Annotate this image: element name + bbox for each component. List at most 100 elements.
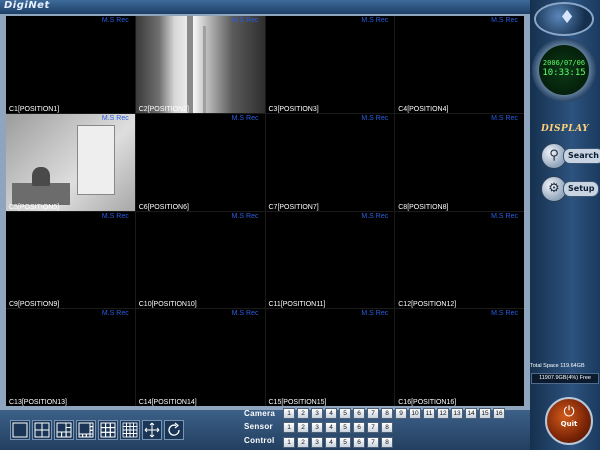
camera-tile-15[interactable]: M.S Rec C15[POSITION15] — [265, 309, 395, 406]
single-view-button[interactable] — [10, 420, 30, 440]
camera-feed-window-view — [135, 16, 265, 113]
control-button-8[interactable]: 8 — [381, 437, 393, 448]
recording-status: M.S Rec — [231, 17, 259, 24]
control-button-5[interactable]: 5 — [339, 437, 351, 448]
camera-button-2[interactable]: 2 — [297, 408, 309, 419]
recording-status: M.S Rec — [361, 17, 389, 24]
control-button-6[interactable]: 6 — [353, 437, 365, 448]
camera-tile-8[interactable]: M.S Rec C8[POSITION8] — [395, 113, 524, 211]
quit-button[interactable]: ⏻ Quit — [545, 397, 593, 445]
camera-tile-7[interactable]: M.S Rec C7[POSITION7] — [265, 113, 395, 211]
display-label: DISPLAY — [541, 124, 590, 134]
sensor-button-4[interactable]: 4 — [325, 422, 337, 433]
sensor-button-7[interactable]: 7 — [367, 422, 379, 433]
camera-tile-10[interactable]: M.S Rec C10[POSITION10] — [135, 211, 265, 309]
ptz-move-button[interactable] — [142, 420, 162, 440]
camera-button-12[interactable]: 12 — [437, 408, 449, 419]
camera-button-1[interactable]: 1 — [283, 408, 295, 419]
setup-button-label[interactable]: Setup — [563, 181, 600, 197]
control-button-7[interactable]: 7 — [367, 437, 379, 448]
camera-label: C9[POSITION9] — [9, 301, 60, 309]
quad-view-button[interactable] — [32, 420, 52, 440]
camera-button-16[interactable]: 16 — [493, 408, 505, 419]
camera-button-8[interactable]: 8 — [381, 408, 393, 419]
camera-feed-room-view — [6, 113, 135, 211]
clock-date: 2006/07/06 — [542, 59, 586, 67]
logo-button[interactable]: ♦ — [534, 2, 594, 36]
sensor-button-1[interactable]: 1 — [283, 422, 295, 433]
rotate-icon — [168, 422, 180, 436]
nine-view-button[interactable] — [98, 420, 118, 440]
camera-tile-1[interactable]: M.S Rec C1[POSITION1] — [6, 16, 135, 113]
camera-tile-3[interactable]: M.S Rec C3[POSITION3] — [265, 16, 395, 113]
sensor-button-8[interactable]: 8 — [381, 422, 393, 433]
screen-split-buttons — [10, 420, 184, 440]
recording-status: M.S Rec — [491, 212, 518, 220]
camera-label: C1[POSITION1] — [9, 105, 60, 113]
recording-status: M.S Rec — [491, 114, 518, 122]
camera-label: C4[POSITION4] — [398, 105, 449, 113]
camera-tile-12[interactable]: M.S Rec C12[POSITION12] — [395, 211, 524, 309]
camera-button-13[interactable]: 13 — [451, 408, 463, 419]
rotate-button[interactable] — [164, 420, 184, 440]
camera-button-15[interactable]: 15 — [479, 408, 491, 419]
recording-status: M.S Rec — [101, 114, 129, 122]
camera-tile-6[interactable]: M.S Rec C6[POSITION6] — [135, 113, 265, 211]
power-icon: ⏻ — [563, 404, 575, 420]
camera-tile-16[interactable]: M.S Rec C16[POSITION16] — [395, 309, 524, 406]
control-button-3[interactable]: 3 — [311, 437, 323, 448]
camera-label: C13[POSITION13] — [9, 399, 67, 406]
camera-label: C16[POSITION16] — [398, 399, 457, 406]
setup-icon: ⚙ — [548, 181, 560, 196]
free-space-value: 11907.9GB(4%) Free — [531, 373, 599, 384]
sensor-button-2[interactable]: 2 — [297, 422, 309, 433]
camera-button-5[interactable]: 5 — [339, 408, 351, 419]
eight-view-button[interactable] — [76, 420, 96, 440]
camera-tile-11[interactable]: M.S Rec C11[POSITION11] — [265, 211, 395, 309]
title-bar: DigiNet — [0, 0, 600, 14]
recording-status: M.S Rec — [101, 212, 129, 220]
camera-label: C5[POSITION5] — [9, 203, 60, 211]
sensor-button-3[interactable]: 3 — [311, 422, 323, 433]
six-view-button[interactable] — [54, 420, 74, 440]
recording-status: M.S Rec — [361, 310, 389, 318]
quad-view-icon — [34, 422, 50, 438]
camera-button-10[interactable]: 10 — [409, 408, 421, 419]
camera-tile-5[interactable]: M.S Rec C5[POSITION5] — [6, 113, 135, 211]
quit-label: Quit — [560, 420, 578, 428]
control-buttons: 12345678 — [283, 437, 393, 448]
camera-button-3[interactable]: 3 — [311, 408, 323, 419]
sensor-button-5[interactable]: 5 — [339, 422, 351, 433]
control-strip-label: Control — [244, 436, 275, 445]
camera-label: C8[POSITION8] — [398, 203, 449, 211]
camera-button-6[interactable]: 6 — [353, 408, 365, 419]
camera-button-7[interactable]: 7 — [367, 408, 379, 419]
camera-button-4[interactable]: 4 — [325, 408, 337, 419]
camera-button-14[interactable]: 14 — [465, 408, 477, 419]
camera-tile-13[interactable]: M.S Rec C13[POSITION13] — [6, 309, 135, 406]
camera-button-9[interactable]: 9 — [395, 408, 407, 419]
camera-grid: M.S Rec C1[POSITION1] M.S Rec C2[POSITION2]… — [6, 16, 524, 406]
camera-label: C10[POSITION10] — [138, 301, 197, 309]
recording-status: M.S Rec — [231, 310, 259, 318]
sensor-button-6[interactable]: 6 — [353, 422, 365, 433]
camera-label: C2[POSITION2] — [138, 105, 189, 113]
camera-tile-14[interactable]: M.S Rec C14[POSITION14] — [135, 309, 265, 406]
camera-tile-9[interactable]: M.S Rec C9[POSITION9] — [6, 211, 135, 309]
nine-view-icon — [100, 422, 116, 438]
sixteen-view-button[interactable] — [120, 420, 140, 440]
single-view-icon — [12, 422, 28, 438]
recording-status: M.S Rec — [231, 212, 259, 220]
clock-display: 2006/07/06 10:33:15 — [539, 45, 589, 95]
recording-status: M.S Rec — [491, 310, 518, 318]
camera-tile-4[interactable]: M.S Rec C4[POSITION4] — [395, 16, 524, 113]
control-button-4[interactable]: 4 — [325, 437, 337, 448]
camera-buttons: 1 2 3 4 5 6 7 8 9 10 11 12 13 14 15 16 — [283, 408, 505, 419]
control-button-1[interactable]: 1 — [283, 437, 295, 448]
camera-button-11[interactable]: 11 — [423, 408, 435, 419]
recording-status: M.S Rec — [231, 114, 259, 122]
recording-status: M.S Rec — [101, 310, 129, 318]
camera-tile-2[interactable]: M.S Rec C2[POSITION2] — [135, 16, 265, 113]
search-button-label[interactable]: Search — [563, 148, 600, 164]
control-button-2[interactable]: 2 — [297, 437, 309, 448]
